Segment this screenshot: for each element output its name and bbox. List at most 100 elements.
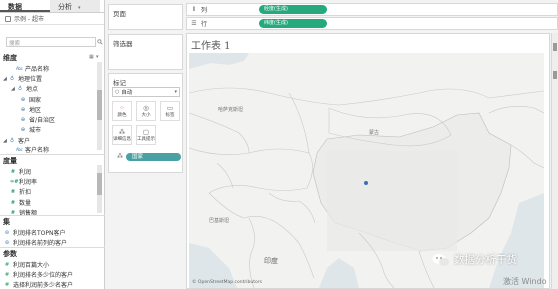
detail-button[interactable]: ⁂ 详细信息 bbox=[112, 125, 132, 145]
cards-pane: 页面 筛选器 标记 ○ 自动 ▾ ⁘ 颜色 ◎ 大小 ▭ 标签 ⁂ 详细信息 ▢ 工具提示… bbox=[106, 0, 184, 289]
hierarchy-icon: ♁ bbox=[9, 75, 15, 82]
scrollbar-thumb[interactable] bbox=[97, 173, 102, 195]
right-side-panel[interactable] bbox=[551, 33, 558, 289]
tab-data[interactable]: 数据 bbox=[0, 0, 50, 12]
scrollbar-thumb[interactable] bbox=[97, 90, 102, 120]
mark-type-value: 自动 bbox=[121, 90, 133, 96]
field-province[interactable]: ⊕ 省/自治区 bbox=[20, 115, 55, 125]
field-country[interactable]: ⊕ 国家 bbox=[20, 95, 42, 105]
field-profit[interactable]: # 利润 bbox=[10, 167, 32, 177]
field-label: 地点 bbox=[26, 86, 39, 93]
divider bbox=[0, 215, 105, 216]
dimensions-scrollbar[interactable] bbox=[97, 62, 102, 150]
panel-edge-mark bbox=[553, 71, 557, 79]
field-label: 数量 bbox=[19, 200, 32, 207]
chevron-down-icon: ▾ bbox=[174, 89, 177, 95]
longitude-pill[interactable]: 经度(生成) bbox=[259, 5, 327, 14]
sheet-title[interactable]: 工作表 1 bbox=[191, 37, 231, 52]
columns-shelf-label: 列 bbox=[201, 7, 208, 14]
number-icon: # bbox=[10, 199, 16, 206]
mark-type-dropdown[interactable]: ○ 自动 ▾ bbox=[112, 87, 180, 97]
abc-icon: Abc bbox=[16, 147, 23, 152]
hierarchy-icon: ♁ bbox=[17, 85, 23, 92]
field-label: 国家 bbox=[29, 97, 42, 104]
field-city[interactable]: ⊕ 城市 bbox=[20, 125, 42, 135]
panel-edge-mark bbox=[553, 43, 557, 51]
field-profit-ratio[interactable]: =# 利润率 bbox=[10, 177, 37, 187]
size-button[interactable]: ◎ 大小 bbox=[136, 101, 156, 121]
columns-shelf[interactable]: ⦀ 列 经度(生成) bbox=[186, 3, 558, 16]
number-icon: # bbox=[10, 188, 16, 195]
filters-card[interactable]: 筛选器 bbox=[108, 34, 183, 70]
parameter-icon: # bbox=[4, 281, 10, 288]
field-label: 客户名称 bbox=[25, 147, 50, 154]
chevron-down-icon[interactable]: ▾ bbox=[78, 5, 81, 11]
field-label: 城市 bbox=[29, 127, 42, 134]
marks-card-title: 标记 bbox=[113, 79, 126, 87]
chevron-down-icon[interactable]: ▾ bbox=[96, 54, 99, 60]
button-label: 大小 bbox=[141, 113, 151, 118]
map-data-point[interactable] bbox=[364, 181, 368, 185]
field-label: 产品名称 bbox=[25, 66, 50, 73]
country-detail-pill[interactable]: 国家 bbox=[126, 153, 181, 161]
label-button[interactable]: ▭ 标签 bbox=[160, 101, 180, 121]
field-quantity[interactable]: # 数量 bbox=[10, 198, 32, 208]
color-button[interactable]: ⁘ 颜色 bbox=[112, 101, 132, 121]
field-label: 客户 bbox=[18, 138, 31, 145]
field-label: 折扣 bbox=[19, 189, 32, 196]
search-icon[interactable] bbox=[97, 38, 103, 46]
map-label-pakistan: 巴基斯坦 bbox=[209, 218, 230, 224]
field-discount[interactable]: # 折扣 bbox=[10, 187, 32, 197]
marks-card: 标记 ○ 自动 ▾ ⁘ 颜色 ◎ 大小 ▭ 标签 ⁂ 详细信息 ▢ 工具提示 ⁂ 国家 bbox=[108, 73, 183, 173]
field-location[interactable]: ◢ ♁ 地点 bbox=[11, 84, 39, 94]
globe-icon: ⊕ bbox=[20, 126, 26, 133]
field-label: 地理位置 bbox=[18, 76, 43, 83]
field-customer-name[interactable]: Abc 客户名称 bbox=[10, 145, 49, 154]
globe-icon: ⊕ bbox=[20, 116, 26, 123]
tab-data-label: 数据 bbox=[8, 3, 22, 11]
wechat-watermark: 数据分析干货 bbox=[432, 252, 517, 267]
set-label: 利润排名前列的客户 bbox=[13, 240, 68, 247]
field-region[interactable]: ⊕ 地区 bbox=[20, 105, 41, 115]
rows-shelf[interactable]: ☰ 行 纬度(生成) bbox=[186, 17, 558, 30]
data-source-label: 示例 - 超市 bbox=[14, 16, 44, 23]
field-label: 利润 bbox=[19, 169, 32, 176]
grid-view-icon[interactable]: ▦ bbox=[89, 54, 94, 60]
field-customer[interactable]: ◢ ♁ 客户 bbox=[3, 136, 31, 146]
field-geography[interactable]: ◢ ♁ 地理位置 bbox=[3, 74, 43, 84]
rows-shelf-label: 行 bbox=[201, 21, 208, 28]
tab-analysis-label: 分析 bbox=[58, 3, 72, 11]
parameter-item[interactable]: # 选择利润前多少名客户 bbox=[4, 280, 73, 289]
tooltip-icon: ▢ bbox=[142, 128, 150, 136]
parameter-icon: # bbox=[4, 261, 10, 268]
data-source-item[interactable]: 示例 - 超市 bbox=[0, 13, 104, 25]
number-icon: =# bbox=[10, 178, 19, 185]
map-attribution[interactable]: © OpenStreetMap contributors bbox=[192, 280, 262, 285]
selection-rect bbox=[327, 151, 457, 251]
tab-analysis[interactable]: 分析 ▾ bbox=[50, 0, 100, 12]
data-pane-tabs: 数据 分析 ▾ bbox=[0, 0, 104, 13]
parameter-label: 利润百篇大小 bbox=[13, 262, 50, 269]
button-label: 详细信息 bbox=[113, 137, 131, 142]
detail-icon: ⁂ bbox=[118, 128, 126, 136]
map-label-kazakhstan: 哈萨克斯坦 bbox=[218, 107, 244, 113]
parameter-item[interactable]: # 利润百篇大小 bbox=[4, 260, 50, 270]
map-label-india: 印度 bbox=[264, 257, 278, 265]
set-item[interactable]: ⊚ 利润排名TOPN客户 bbox=[4, 228, 66, 238]
field-product-name[interactable]: Abc 产品名称 bbox=[10, 64, 49, 73]
parameter-item[interactable]: # 利润排名多少位的客户 bbox=[4, 270, 73, 280]
parameters-header: 参数 bbox=[3, 250, 17, 258]
abc-icon: Abc bbox=[16, 66, 23, 71]
set-item[interactable]: ⊚ 利润排名前列的客户 bbox=[4, 238, 68, 248]
filters-card-title: 筛选器 bbox=[113, 40, 133, 48]
pill-label: 国家 bbox=[132, 154, 144, 160]
pages-card[interactable]: 页面 bbox=[108, 4, 183, 30]
tooltip-button[interactable]: ▢ 工具提示 bbox=[136, 125, 156, 145]
worksheet-view: 工作表 1 哈萨克斯坦 蒙古 巴基斯坦 印度 © OpenStreetMap c… bbox=[186, 33, 550, 289]
measures-scrollbar[interactable] bbox=[97, 165, 102, 213]
latitude-pill[interactable]: 纬度(生成) bbox=[259, 19, 327, 28]
field-search-input[interactable]: 搜索 bbox=[6, 37, 96, 47]
dimensions-header: 维度 bbox=[3, 54, 17, 62]
map-label-mongolia: 蒙古 bbox=[369, 130, 380, 136]
data-pane: 数据 分析 ▾ 示例 - 超市 搜索 维度 ▦ ▾ Abc 产品名称 ◢ ♁ 地理位置 … bbox=[0, 0, 105, 289]
